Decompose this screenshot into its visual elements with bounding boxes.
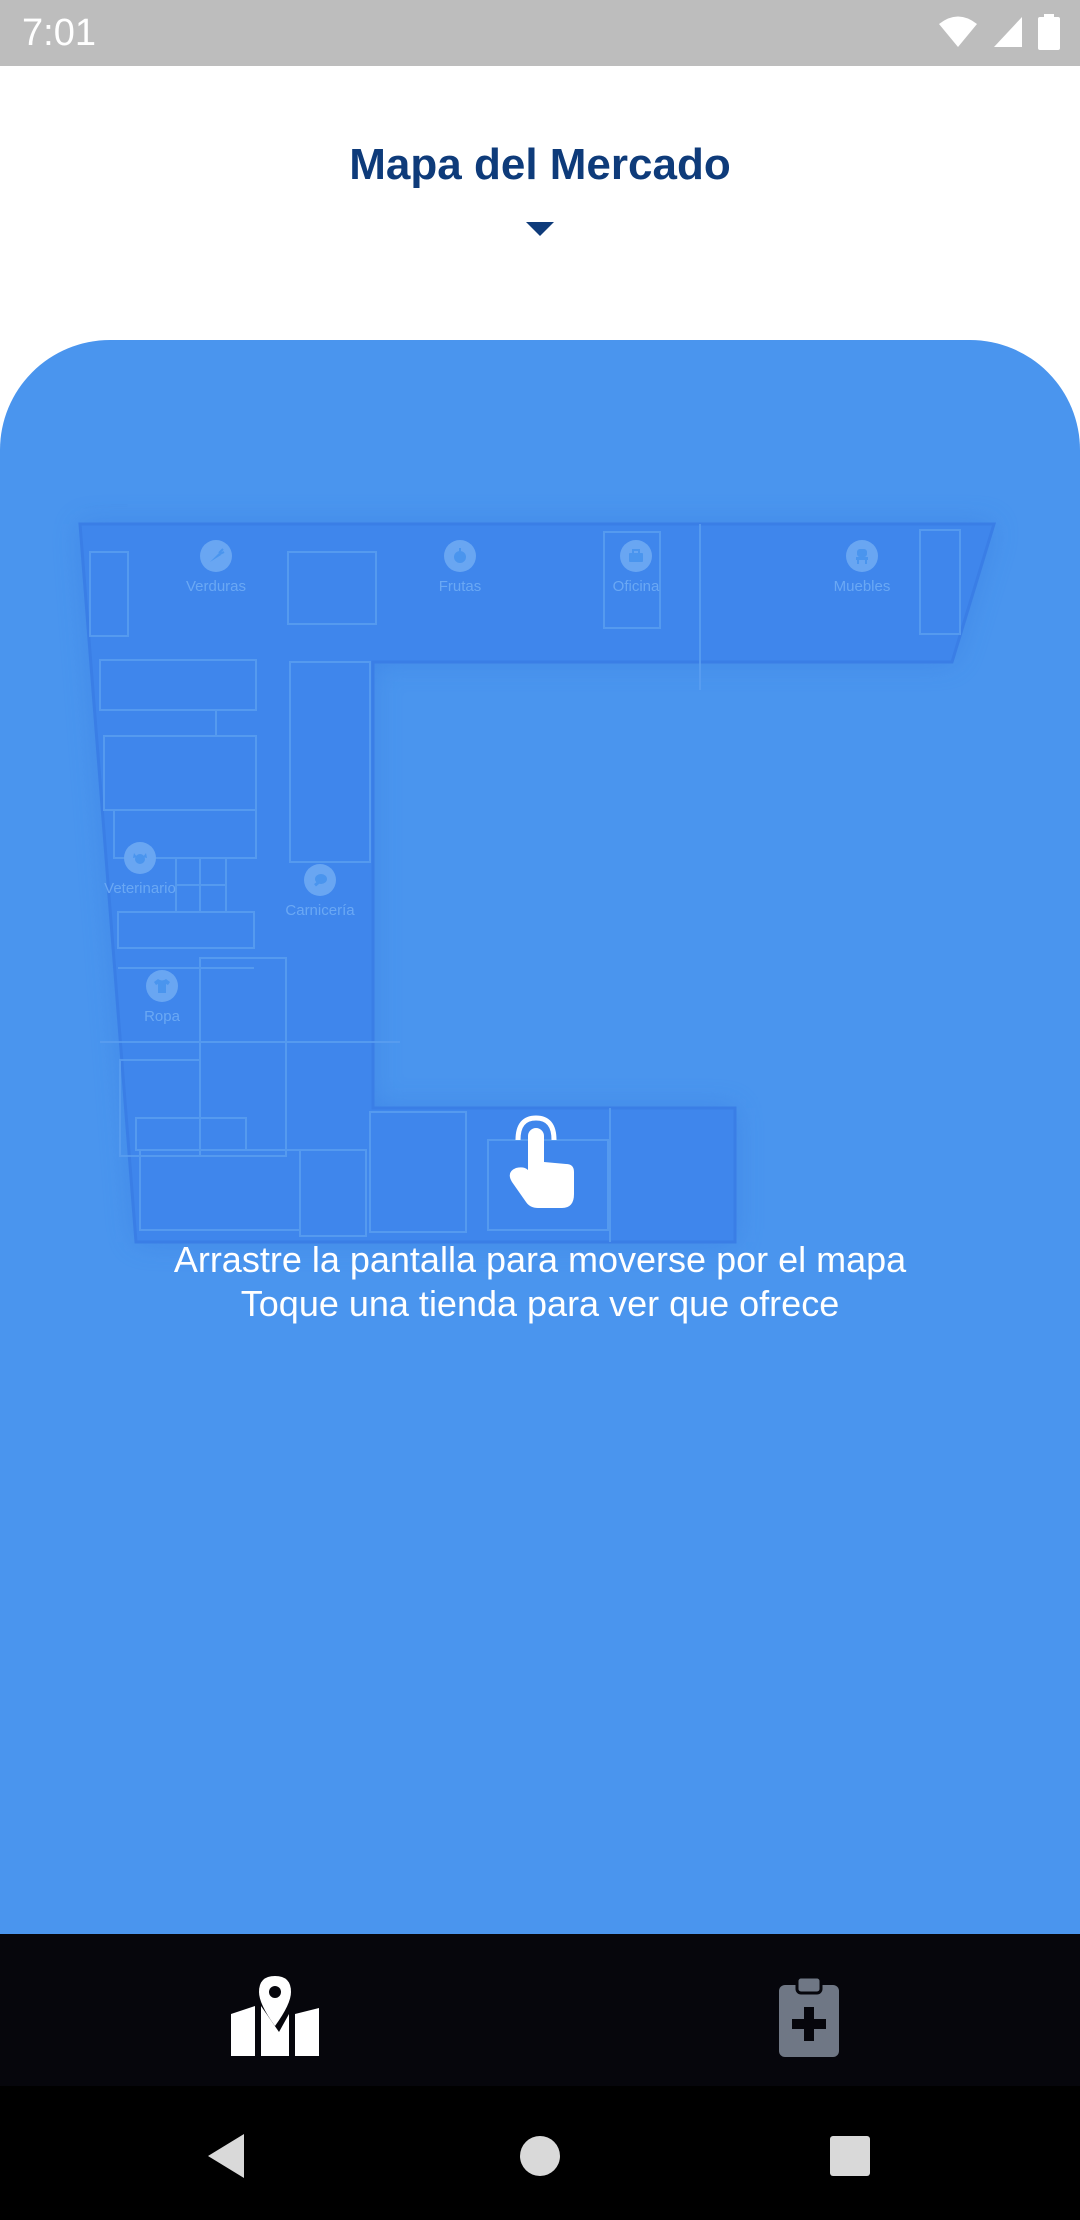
home-circle-icon	[520, 2136, 560, 2176]
header	[0, 66, 1080, 340]
hint-line-2: Toque una tienda para ver que ofrece	[240, 1283, 840, 1324]
chair-icon[interactable]	[846, 540, 878, 572]
shirt-icon[interactable]	[146, 970, 178, 1002]
store-label-verduras[interactable]: Verduras	[146, 578, 286, 595]
nav-clipboard-button[interactable]	[754, 1974, 864, 2064]
meat-icon[interactable]	[304, 864, 336, 896]
back-button[interactable]	[196, 2126, 256, 2186]
home-button[interactable]	[510, 2126, 570, 2186]
store-label-carniceria[interactable]: Carnicería	[250, 902, 390, 919]
wifi-icon	[938, 15, 978, 54]
market-map[interactable]: Verduras Frutas Oficina Muebles Veterina…	[0, 340, 1080, 1934]
battery-icon	[1038, 14, 1060, 55]
clipboard-add-icon	[777, 1975, 841, 2064]
carrot-icon[interactable]	[200, 540, 232, 572]
page-title: Mapa del Mercado	[349, 140, 731, 189]
cell-signal-icon	[992, 15, 1024, 54]
store-label-frutas[interactable]: Frutas	[390, 578, 530, 595]
store-label-muebles[interactable]: Muebles	[792, 578, 932, 595]
status-bar: 7:01	[0, 0, 1080, 66]
briefcase-icon[interactable]	[620, 540, 652, 572]
status-time: 7:01	[22, 12, 96, 54]
apple-icon[interactable]	[444, 540, 476, 572]
nav-map-button[interactable]	[220, 1974, 330, 2064]
store-label-oficina[interactable]: Oficina	[566, 578, 706, 595]
status-icons	[938, 14, 1060, 55]
bottom-nav	[0, 1934, 1080, 2086]
hint-line-1: Arrastre la pantalla para moverse por el…	[173, 1239, 907, 1280]
back-triangle-icon	[208, 2134, 244, 2178]
recents-button[interactable]	[820, 2126, 880, 2186]
map-icon	[227, 1974, 323, 2065]
tap-gesture-icon	[500, 1110, 580, 1219]
dog-icon[interactable]	[124, 842, 156, 874]
caret-down-icon[interactable]	[526, 222, 554, 243]
system-nav-bar	[0, 2086, 1080, 2220]
store-label-ropa[interactable]: Ropa	[92, 1008, 232, 1025]
store-label-veterinario[interactable]: Veterinario	[70, 880, 210, 897]
recents-square-icon	[830, 2136, 870, 2176]
